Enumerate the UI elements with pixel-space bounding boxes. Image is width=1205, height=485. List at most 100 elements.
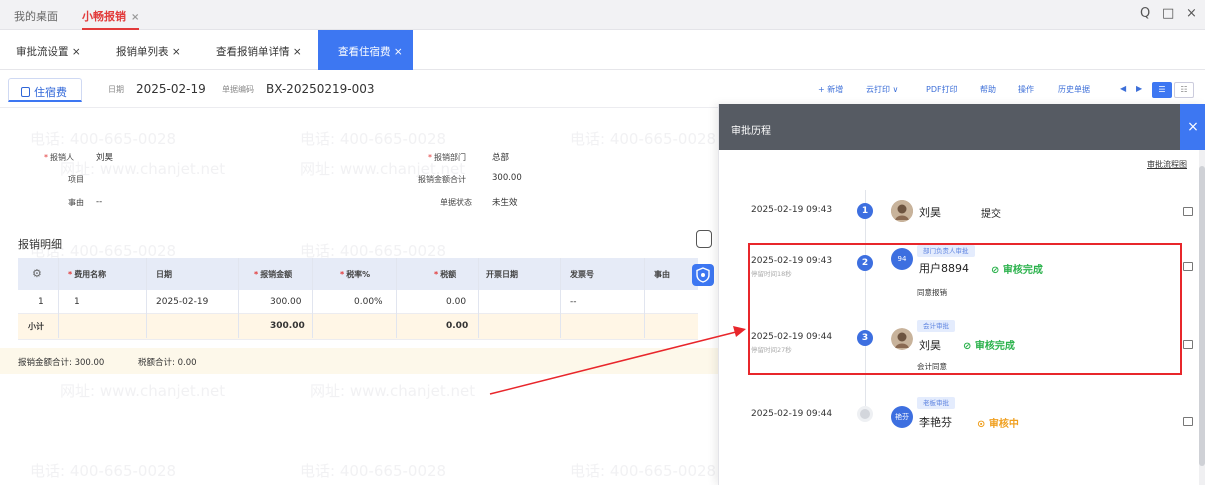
settings-icon[interactable]: ⚙: [32, 267, 42, 280]
comment-icon[interactable]: [1183, 262, 1193, 271]
role-badge: 老板审批: [917, 397, 955, 409]
help-button[interactable]: 帮助: [980, 84, 996, 95]
document-header: 住宿费 日期 2025-02-19 单据编码 BX-20250219-003 +…: [0, 72, 1205, 108]
column-header: * 税率%: [340, 270, 371, 279]
list-view-icon[interactable]: ☰: [1152, 82, 1172, 98]
close-icon[interactable]: ×: [72, 46, 81, 58]
approver-name: 李艳芬: [919, 416, 952, 429]
status-value: 未生效: [492, 198, 518, 208]
avatar-photo: [891, 200, 913, 222]
column-divider: [396, 258, 397, 338]
watermark-phone: 电话: 400-665-0028: [300, 462, 447, 480]
watermark-phone: 电话: 400-665-0028: [30, 130, 177, 148]
document-side-icon[interactable]: [696, 230, 712, 248]
column-divider: [58, 258, 59, 338]
total-label: 报销金额合计: [418, 175, 466, 184]
column-divider: [560, 258, 561, 338]
column-header: 日期: [156, 270, 172, 279]
tab-expense-list[interactable]: 报销单列表 ×: [116, 44, 181, 59]
column-header: 开票日期: [486, 270, 518, 279]
flowchart-link[interactable]: 审批流程图: [1147, 159, 1187, 170]
prev-icon[interactable]: ◀: [1120, 84, 1126, 93]
close-icon[interactable]: ×: [293, 46, 302, 58]
tab-xiaochang-expense[interactable]: 小畅报销 ×: [82, 8, 140, 30]
entry-time: 2025-02-19 09:43: [751, 205, 833, 215]
tab-label: 查看住宿费: [338, 46, 391, 58]
close-icon[interactable]: ×: [394, 46, 403, 58]
number-label: 单据编码: [222, 85, 254, 94]
document-title-tab[interactable]: 住宿费: [8, 78, 82, 102]
scrollbar-thumb[interactable]: [1199, 166, 1205, 466]
panel-close-button[interactable]: ×: [1180, 104, 1205, 150]
tab-label: 报销单列表: [116, 46, 169, 58]
approver-name: 刘昊: [919, 206, 941, 219]
tab-my-desktop[interactable]: 我的桌面: [14, 8, 58, 24]
column-divider: [644, 258, 645, 338]
watermark-site: 网址: www.chanjet.net: [310, 382, 476, 400]
watermark-phone: 电话: 400-665-0028: [570, 130, 717, 148]
cell-tax: 0.00: [446, 297, 467, 307]
column-divider: [478, 258, 479, 338]
status-in-review: ⊙ 审核中: [977, 419, 1019, 430]
close-icon[interactable]: ×: [131, 12, 139, 23]
watermark-site: 网址: www.chanjet.net: [60, 160, 226, 178]
document-icon: [21, 87, 30, 97]
grid-view-icon[interactable]: ☷: [1174, 82, 1194, 98]
window-close-icon[interactable]: ×: [1186, 6, 1197, 21]
cell-rate: 0.00%: [354, 297, 383, 307]
footer-amount: 报销金额合计: 300.00: [18, 358, 105, 368]
cell-invoice-no: --: [570, 297, 577, 307]
document-tabs: 审批流设置 × 报销单列表 × 查看报销单详情 × 查看住宿费 ×: [0, 30, 1205, 70]
comment-icon[interactable]: [1183, 340, 1193, 349]
approval-side-icon[interactable]: [692, 264, 714, 286]
tab-lodging-fee[interactable]: 查看住宿费 ×: [318, 30, 413, 70]
tab-expense-detail[interactable]: 查看报销单详情 ×: [216, 44, 302, 59]
table-row[interactable]: 1 1 2025-02-19 300.00 0.00% 0.00 --: [18, 290, 698, 314]
add-button[interactable]: + 新增: [818, 84, 843, 95]
applicant-label: * 报销人: [44, 153, 74, 162]
restore-icon[interactable]: □: [1162, 6, 1174, 21]
panel-header: 审批历程 ×: [719, 104, 1205, 150]
step-node: 1: [857, 203, 873, 219]
column-header: 事由: [654, 270, 670, 279]
entry-time: 2025-02-19 09:44: [751, 409, 833, 419]
footer-tax: 税额合计: 0.00: [138, 358, 197, 368]
subtotal-tax: 0.00: [446, 321, 469, 331]
pdf-print-button[interactable]: PDF打印: [926, 84, 958, 95]
row-number: 1: [38, 297, 44, 307]
tab-label: 审批流设置: [16, 46, 69, 58]
avatar: [891, 200, 913, 222]
total-value: 300.00: [492, 173, 522, 183]
column-divider: [238, 258, 239, 338]
dept-value[interactable]: 总部: [492, 151, 509, 163]
history-button[interactable]: 历史单据: [1058, 84, 1090, 95]
highlight-box: [748, 243, 1182, 375]
search-icon[interactable]: Q: [1140, 6, 1150, 21]
tab-label: 查看报销单详情: [216, 46, 290, 58]
document-number: BX-20250219-003: [266, 82, 375, 96]
subtotal-row: 小计 300.00 0.00: [18, 314, 698, 340]
column-header: 发票号: [570, 270, 594, 279]
column-header: * 税额: [434, 270, 457, 279]
reason-value[interactable]: --: [96, 197, 102, 207]
operation-button[interactable]: 操作: [1018, 84, 1034, 95]
totals-footer: 报销金额合计: 300.00 税额合计: 0.00: [0, 348, 720, 374]
next-icon[interactable]: ▶: [1136, 84, 1142, 93]
applicant-value[interactable]: 刘昊: [96, 151, 113, 163]
comment-icon[interactable]: [1183, 417, 1193, 426]
watermark-phone: 电话: 400-665-0028: [300, 130, 447, 148]
entry-action: 提交: [981, 209, 1001, 220]
pending-node: [857, 406, 873, 422]
panel-title: 审批历程: [731, 126, 771, 137]
document-title: 住宿费: [34, 86, 67, 99]
column-divider: [146, 258, 147, 338]
column-divider: [312, 258, 313, 338]
close-icon[interactable]: ×: [172, 46, 181, 58]
details-section-title: 报销明细: [18, 238, 62, 251]
avatar: 艳芬: [891, 406, 913, 428]
cloud-print-button[interactable]: 云打印 ∨: [866, 84, 898, 95]
dept-label: * 报销部门: [428, 153, 466, 162]
table-header: ⚙ * 费用名称 日期 * 报销金额 * 税率% * 税额 开票日期 发票号 事由: [18, 258, 698, 290]
comment-icon[interactable]: [1183, 207, 1193, 216]
tab-approval-settings[interactable]: 审批流设置 ×: [16, 44, 81, 59]
